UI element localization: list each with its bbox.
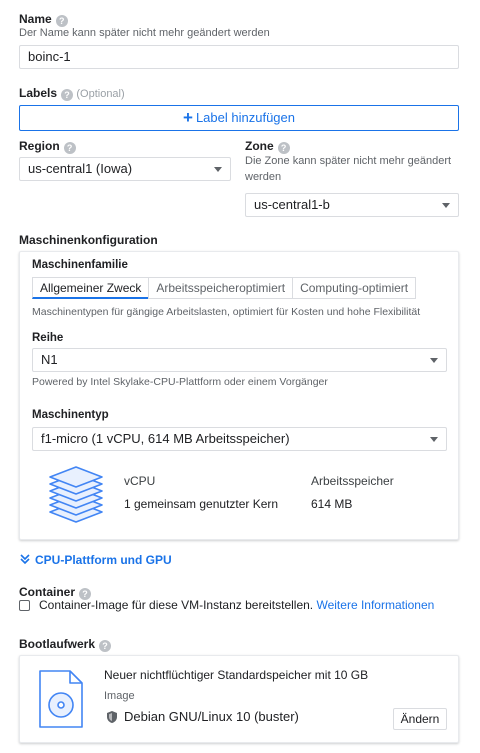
disk-icon [39, 670, 83, 728]
image-value: Debian GNU/Linux 10 (buster) [124, 709, 299, 724]
chevron-down-icon [430, 437, 438, 442]
machine-family-tabs: Allgemeiner Zweck Arbeitsspeicheroptimie… [32, 277, 417, 299]
chevron-down-icon [430, 358, 438, 363]
machine-config-label: Maschinenkonfiguration [19, 233, 158, 247]
shield-icon [107, 711, 117, 723]
container-checkbox[interactable] [19, 600, 30, 611]
zone-hint: Die Zone kann später nicht mehr geändert… [245, 155, 452, 183]
region-label: Region? [19, 139, 76, 154]
plus-icon: + [183, 108, 193, 127]
vcpu-value: 1 gemeinsam genutzter Kern [124, 497, 279, 511]
learn-more-link[interactable]: Weitere Informationen [316, 598, 434, 612]
memory-header: Arbeitsspeicher [311, 474, 394, 488]
zone-label: Zone? [245, 139, 290, 154]
name-input[interactable]: boinc-1 [19, 45, 459, 69]
machine-config-panel: Maschinenfamilie Allgemeiner Zweck Arbei… [19, 251, 459, 540]
labels-label: Labels? (Optional) [19, 86, 125, 101]
machine-type-label: Maschinentyp [32, 409, 109, 421]
help-icon[interactable]: ? [61, 89, 74, 101]
machine-type-select[interactable]: f1-micro (1 vCPU, 614 MB Arbeitsspeicher… [32, 427, 447, 451]
change-button[interactable]: Ändern [393, 708, 447, 730]
chevron-down-icon [442, 203, 450, 208]
container-text: Container-Image für diese VM-Instanz ber… [39, 598, 435, 612]
help-icon[interactable]: ? [99, 640, 112, 652]
memory-value: 614 MB [311, 497, 353, 511]
name-label: Name? [19, 12, 68, 27]
image-label: Image [104, 690, 135, 702]
name-hint: Der Name kann später nicht mehr geändert… [19, 27, 270, 39]
double-chevron-down-icon [20, 554, 30, 565]
machine-family-label: Maschinenfamilie [32, 259, 128, 271]
boot-disk-desc: Neuer nichtflüchtiger Standardspeicher m… [104, 668, 369, 682]
optional-hint: (Optional) [76, 88, 125, 100]
series-label: Reihe [32, 332, 64, 344]
machine-family-desc: Maschinentypen für gängige Arbeitslasten… [32, 306, 421, 318]
layers-icon [49, 466, 103, 523]
tab-compute-optimized[interactable]: Computing-optimiert [292, 277, 417, 299]
help-icon[interactable]: ? [55, 15, 68, 27]
boot-disk-label: Bootlaufwerk? [19, 637, 112, 652]
tab-general-purpose[interactable]: Allgemeiner Zweck [32, 277, 150, 299]
chevron-down-icon [214, 167, 222, 172]
help-icon[interactable]: ? [63, 142, 76, 154]
tab-memory-optimized[interactable]: Arbeitsspeicheroptimiert [148, 277, 294, 299]
series-hint: Powered by Intel Skylake-CPU-Plattform o… [32, 376, 328, 388]
add-label-button[interactable]: + Label hinzufügen [19, 105, 459, 131]
boot-disk-panel: Neuer nichtflüchtiger Standardspeicher m… [19, 655, 459, 743]
vcpu-header: vCPU [124, 474, 156, 488]
series-select[interactable]: N1 [32, 348, 447, 372]
zone-select[interactable]: us-central1-b [245, 193, 459, 217]
cpu-platform-expander[interactable]: CPU-Plattform und GPU [19, 553, 172, 567]
region-select[interactable]: us-central1 (Iowa) [19, 157, 231, 181]
